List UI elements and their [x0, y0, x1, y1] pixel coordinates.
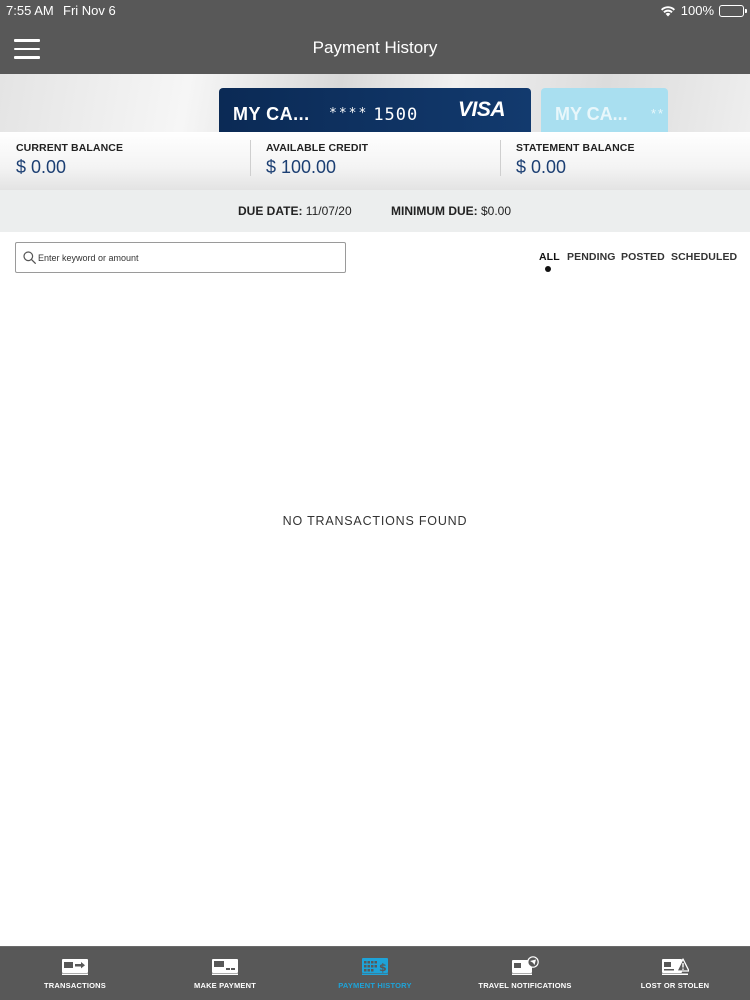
wifi-icon — [660, 5, 676, 17]
transactions-icon — [62, 959, 88, 975]
status-date: Fri Nov 6 — [63, 3, 116, 18]
statement-balance-label: STATEMENT BALANCE — [516, 142, 635, 154]
divider — [500, 140, 501, 176]
visa-logo: VISA — [457, 98, 506, 121]
tab-transactions-label: TRANSACTIONS — [44, 981, 106, 990]
bottom-tab-bar: TRANSACTIONS MAKE PAYMENT $ PAYMENT HIST… — [0, 946, 750, 1000]
battery-icon — [719, 4, 747, 17]
travel-notifications-icon — [512, 956, 539, 975]
status-bar: 7:55 AM Fri Nov 6 100% — [0, 0, 750, 22]
status-time: 7:55 AM — [6, 3, 54, 18]
minimum-due-label: MINIMUM DUE: — [391, 204, 478, 218]
available-credit: AVAILABLE CREDIT $ 100.00 — [250, 132, 500, 190]
tab-transactions[interactable]: TRANSACTIONS — [0, 947, 150, 1000]
current-balance-value: $ 0.00 — [16, 157, 67, 177]
empty-state-message: NO TRANSACTIONS FOUND — [282, 514, 468, 528]
statement-balance: STATEMENT BALANCE $ 0.00 — [500, 132, 750, 190]
available-credit-label: AVAILABLE CREDIT — [266, 142, 369, 154]
tab-payment-history[interactable]: $ PAYMENT HISTORY — [300, 947, 450, 1000]
card-mask-secondary: ** — [651, 106, 666, 121]
card-mask: **** — [329, 106, 369, 121]
card-next[interactable]: MY CA... ** — [541, 88, 668, 132]
due-date-value: 11/07/20 — [305, 204, 352, 218]
current-balance: CURRENT BALANCE $ 0.00 — [0, 132, 250, 190]
tab-make-payment[interactable]: MAKE PAYMENT — [150, 947, 300, 1000]
available-credit-value: $ 100.00 — [266, 157, 337, 177]
selected-filter-indicator — [545, 266, 551, 272]
svg-text:$: $ — [379, 961, 387, 974]
app-root: 7:55 AM Fri Nov 6 100% Payment History M… — [0, 0, 750, 1000]
current-balance-label: CURRENT BALANCE — [16, 142, 124, 154]
due-summary: DUE DATE: 11/07/20 MINIMUM DUE: $0.00 — [0, 190, 750, 232]
card-selected[interactable]: MY CA... **** 1500 VISA — [219, 88, 531, 132]
card-carousel: MY CA... **** 1500 VISA MY CA... ** — [0, 74, 750, 132]
card-last4: 1500 — [373, 105, 419, 125]
make-payment-icon — [212, 959, 238, 975]
lost-or-stolen-icon — [662, 958, 689, 975]
page-title: Payment History — [312, 38, 438, 57]
tab-travel-notifications[interactable]: TRAVEL NOTIFICATIONS — [450, 947, 600, 1000]
card-name: MY CA... — [233, 104, 310, 124]
filter-posted[interactable]: POSTED — [621, 251, 665, 263]
filter-all[interactable]: ALL — [539, 251, 560, 263]
tab-make-payment-label: MAKE PAYMENT — [194, 981, 256, 990]
minimum-due: MINIMUM DUE: $0.00 — [391, 204, 511, 218]
due-date-label: DUE DATE: — [238, 204, 303, 218]
status-right: 100% — [660, 3, 747, 18]
tab-payment-history-label: PAYMENT HISTORY — [338, 981, 412, 990]
tab-travel-notifications-label: TRAVEL NOTIFICATIONS — [478, 981, 572, 990]
divider — [250, 140, 251, 176]
battery-percent: 100% — [680, 3, 714, 18]
minimum-due-value: $0.00 — [481, 204, 512, 218]
statement-balance-value: $ 0.00 — [516, 157, 567, 177]
tab-lost-or-stolen[interactable]: LOST OR STOLEN — [600, 947, 750, 1000]
balance-summary: CURRENT BALANCE $ 0.00 AVAILABLE CREDIT … — [0, 132, 750, 190]
card-name-secondary: MY CA... — [555, 104, 628, 124]
filter-scheduled[interactable]: SCHEDULED — [671, 251, 737, 263]
app-header: Payment History — [0, 22, 750, 74]
payment-history-icon: $ — [362, 958, 388, 975]
filter-pending[interactable]: PENDING — [567, 251, 616, 263]
card-number: **** 1500 — [329, 105, 418, 125]
filter-tabs: ALL PENDING POSTED SCHEDULED — [0, 251, 750, 275]
due-date: DUE DATE: 11/07/20 — [238, 204, 352, 218]
tab-lost-or-stolen-label: LOST OR STOLEN — [640, 981, 710, 990]
